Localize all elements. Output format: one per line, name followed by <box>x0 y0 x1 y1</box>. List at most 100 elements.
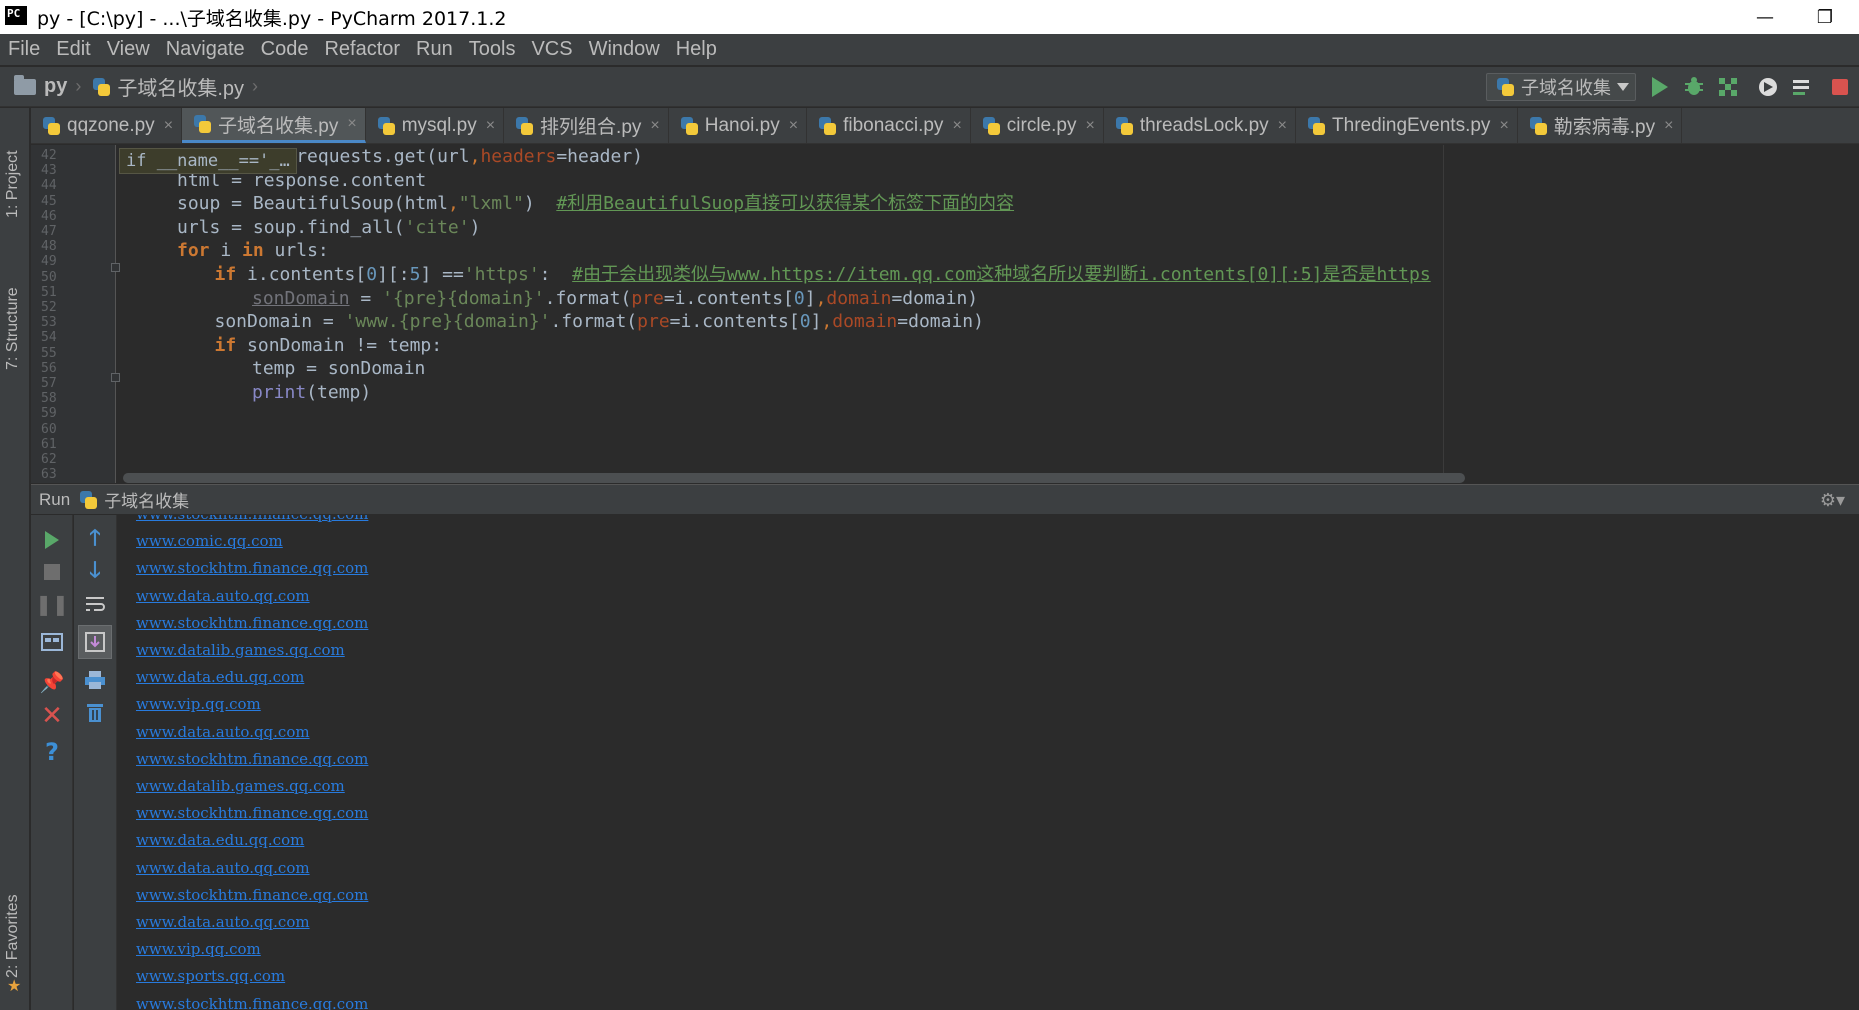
editor-tab[interactable]: qqzone.py × <box>31 108 183 143</box>
close-tab-icon[interactable]: × <box>486 117 495 135</box>
console-output-link[interactable]: www.data.auto.qq.com <box>136 909 310 936</box>
close-tab-icon[interactable]: × <box>650 117 659 135</box>
close-tab-icon[interactable]: × <box>1499 117 1508 135</box>
code-token: =i.contents[ <box>663 287 794 309</box>
editor-tab[interactable]: 排列组合.py × <box>504 108 669 143</box>
close-tab-icon[interactable]: × <box>1278 117 1287 135</box>
menu-navigate[interactable]: Navigate <box>166 38 245 61</box>
close-tab-icon[interactable]: × <box>164 117 173 135</box>
close-tab-icon[interactable]: × <box>789 117 798 135</box>
console-output-link[interactable]: www.vip.qq.com <box>136 691 261 718</box>
console-output-link[interactable]: www.stockhtm.finance.qq.com <box>136 746 368 773</box>
console-output-link[interactable]: www.data.edu.qq.com <box>136 827 304 854</box>
structure-tool-tab[interactable]: 7: Structure <box>4 287 22 370</box>
line-number: 49 <box>41 254 57 270</box>
editor-tab[interactable]: 勒索病毒.py × <box>1518 108 1683 143</box>
editor-tab[interactable]: Hanoi.py × <box>669 108 808 143</box>
editor-tab[interactable]: circle.py × <box>971 108 1104 143</box>
sticky-scope-hint: if __name__=='_… <box>119 148 297 174</box>
python-file-icon <box>514 116 534 136</box>
console-output-link[interactable]: www.datalib.games.qq.com <box>136 637 345 664</box>
breadcrumb-project[interactable]: py › <box>14 74 89 98</box>
window-title: py - [C:\py] - ...\子域名收集.py - PyCharm 20… <box>37 7 507 30</box>
help-button[interactable]: ? <box>37 737 67 767</box>
run-console-output[interactable]: www.stockhtm.finance.qq.comwww.comic.qq.… <box>118 515 1859 1010</box>
code-line[interactable]: print(temp) <box>252 379 371 407</box>
menu-refactor[interactable]: Refactor <box>324 38 400 61</box>
run-toolbar-secondary: 🡑 🡓 <box>74 515 117 1010</box>
console-output-link[interactable]: www.data.edu.qq.com <box>136 664 304 691</box>
console-output-link[interactable]: www.datalib.games.qq.com <box>136 773 345 800</box>
stop-icon <box>44 564 60 580</box>
console-output-link[interactable]: www.vip.qq.com <box>136 936 261 963</box>
editor-tab[interactable]: ThredingEvents.py × <box>1296 108 1518 143</box>
close-tab-icon[interactable]: × <box>347 115 356 133</box>
python-file-icon <box>981 116 1001 136</box>
fold-marker-icon[interactable] <box>111 263 120 272</box>
editor-tab[interactable]: fibonacci.py × <box>807 108 971 143</box>
project-tool-tab[interactable]: 1: Project <box>4 150 22 218</box>
console-output-link[interactable]: www.stockhtm.finance.qq.com <box>136 515 368 528</box>
console-output-link[interactable]: www.sports.qq.com <box>136 963 285 990</box>
dump-threads-button[interactable] <box>37 627 67 657</box>
menu-view[interactable]: View <box>107 38 150 61</box>
horizontal-scrollbar[interactable] <box>123 473 1465 483</box>
console-output-link[interactable]: www.data.auto.qq.com <box>136 855 310 882</box>
clear-all-button[interactable] <box>80 697 110 727</box>
menu-help[interactable]: Help <box>676 38 717 61</box>
console-output-link[interactable]: www.stockhtm.finance.qq.com <box>136 555 368 582</box>
print-button[interactable] <box>80 665 110 695</box>
menu-file[interactable]: File <box>8 38 40 61</box>
menu-edit[interactable]: Edit <box>56 38 90 61</box>
restore-button[interactable]: ❐ <box>1795 0 1855 34</box>
favorites-tool-tab[interactable]: 2: Favorites <box>4 894 22 978</box>
close-tab-icon[interactable]: × <box>952 117 961 135</box>
debug-button[interactable] <box>1682 75 1706 99</box>
coverage-icon <box>1719 78 1737 96</box>
console-output-link[interactable]: www.stockhtm.finance.qq.com <box>136 800 368 827</box>
editor-tab[interactable]: mysql.py × <box>366 108 505 143</box>
line-number: 58 <box>41 391 57 407</box>
breadcrumb-file[interactable]: 子域名收集.py › <box>91 72 266 101</box>
fold-marker-icon[interactable] <box>111 373 120 382</box>
stop-run-button[interactable] <box>37 557 67 587</box>
run-button[interactable] <box>1648 75 1672 99</box>
scroll-to-end-button[interactable] <box>78 625 112 659</box>
editor-tab[interactable]: 子域名收集.py × <box>182 108 366 143</box>
minimize-button[interactable]: — <box>1735 0 1795 34</box>
scroll-up-button[interactable]: 🡑 <box>80 525 110 555</box>
code-token: i.contents[ <box>236 264 367 285</box>
gear-icon[interactable]: ⚙▾ <box>1820 490 1845 511</box>
run-configuration-dropdown[interactable]: 子域名收集 <box>1486 73 1636 101</box>
rerun-button[interactable] <box>37 525 67 555</box>
stop-button[interactable] <box>1828 75 1852 99</box>
code-token: soup = BeautifulSoup(html <box>177 193 448 215</box>
console-output-link[interactable]: www.comic.qq.com <box>136 528 283 555</box>
coverage-button[interactable] <box>1716 75 1740 99</box>
code-editor[interactable]: 42 43 44 45 46 47 48 49 50 51 52 53 54 55 56 57 58 59 60 61… <box>31 145 1859 483</box>
scroll-down-button[interactable]: 🡓 <box>80 557 110 587</box>
pause-output-button[interactable]: ❚❚ <box>35 589 69 619</box>
menu-run[interactable]: Run <box>416 38 453 61</box>
line-number: 52 <box>41 300 57 315</box>
code-token: 0 <box>366 264 378 285</box>
menu-code[interactable]: Code <box>261 38 309 61</box>
console-output-link[interactable]: www.data.auto.qq.com <box>136 583 310 610</box>
profile-button[interactable] <box>1756 75 1780 99</box>
soft-wrap-button[interactable] <box>80 589 110 619</box>
editor-tab[interactable]: threadsLock.py × <box>1104 108 1297 143</box>
close-tab-icon[interactable]: × <box>1085 117 1094 135</box>
console-output-link[interactable]: www.stockhtm.finance.qq.com <box>136 882 368 909</box>
menu-vcs[interactable]: VCS <box>531 38 572 61</box>
console-output-link[interactable]: www.data.auto.qq.com <box>136 719 310 746</box>
run-concurrency-button[interactable] <box>1790 75 1814 99</box>
code-token: , <box>469 146 481 167</box>
menu-tools[interactable]: Tools <box>469 38 516 61</box>
console-output-link[interactable]: www.stockhtm.finance.qq.com <box>136 991 368 1010</box>
console-output-link[interactable]: www.stockhtm.finance.qq.com <box>136 610 368 637</box>
menu-window[interactable]: Window <box>589 38 660 61</box>
pin-tab-button[interactable]: 📌 <box>37 667 67 697</box>
trash-icon <box>87 704 103 722</box>
close-tab-icon[interactable]: × <box>1664 117 1673 135</box>
close-run-button[interactable]: ✕ <box>37 701 67 731</box>
